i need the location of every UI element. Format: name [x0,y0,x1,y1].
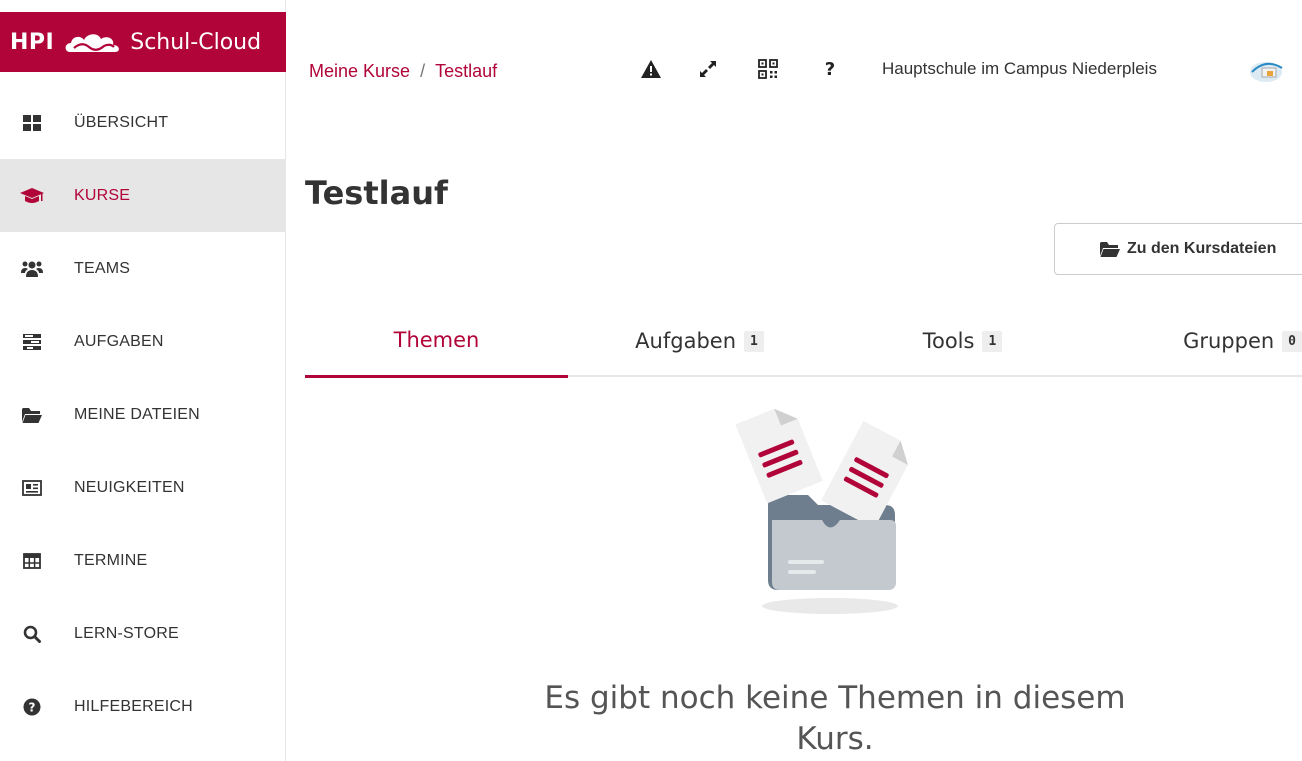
sidebar-item-label: AUFGABEN [74,332,164,350]
folder-open-icon [1099,241,1121,257]
logo-brand-text: Schul-Cloud [130,29,262,55]
school-name[interactable]: Hauptschule im Campus Niederpleis [882,59,1157,79]
tab-label: Gruppen [1183,329,1275,353]
page-title: Testlauf [305,174,448,212]
count-badge: 0 [1282,330,1302,352]
course-files-button-label: Zu den Kursdateien [1127,240,1277,257]
tab-tools[interactable]: Tools 1 [831,305,1094,377]
sidebar-item-teams[interactable]: TEAMS [0,232,286,305]
tab-aufgaben[interactable]: Aufgaben 1 [568,305,831,377]
cloud-logo-icon [62,26,124,58]
sidebar-item-label: LERN-STORE [74,624,179,642]
sidebar-item-hilfebereich[interactable]: ? HILFEBEREICH [0,670,286,743]
dashboard-icon [20,111,44,135]
logo-hpi-text: HPI [10,29,55,55]
tasks-icon [20,330,44,354]
school-logo-icon[interactable] [1248,60,1288,84]
sidebar-item-meine-dateien[interactable]: MEINE DATEIEN [0,378,286,451]
brand-logo[interactable]: HPI Schul-Cloud [0,12,286,72]
sidebar: HPI Schul-Cloud ÜBERSICHT KURSE TEAMS AU… [0,0,286,761]
sidebar-item-label: NEUIGKEITEN [74,478,185,496]
warning-icon[interactable] [636,54,666,84]
sidebar-item-label: ÜBERSICHT [74,113,169,131]
count-badge: 1 [744,330,764,352]
tab-label: Aufgaben [635,329,736,353]
users-icon [20,257,44,281]
sidebar-nav: ÜBERSICHT KURSE TEAMS AUFGABEN MEINE DAT… [0,86,286,743]
sidebar-item-label: TEAMS [74,259,131,277]
question-circle-icon: ? [20,695,44,719]
sidebar-item-neuigkeiten[interactable]: NEUIGKEITEN [0,451,286,524]
tab-themen[interactable]: Themen [305,305,568,378]
breadcrumb-separator: / [420,61,426,81]
breadcrumb-current-link[interactable]: Testlauf [435,61,497,81]
empty-state-illustration [730,400,930,620]
sidebar-item-uebersicht[interactable]: ÜBERSICHT [0,86,286,159]
tab-gruppen[interactable]: Gruppen 0 [1094,305,1302,377]
calendar-table-icon [20,549,44,573]
count-badge: 1 [982,330,1003,352]
course-files-button[interactable]: Zu den Kursdateien [1054,223,1302,275]
empty-state-message: Es gibt noch keine Themen in diesem Kurs… [544,680,1126,757]
sidebar-item-label: MEINE DATEIEN [74,405,200,423]
sidebar-item-lern-store[interactable]: LERN-STORE [0,597,286,670]
newspaper-icon [20,476,44,500]
sidebar-item-kurse[interactable]: KURSE [0,159,286,232]
sidebar-item-label: HILFEBEREICH [74,697,193,715]
tab-label: Themen [393,328,480,352]
qr-code-icon[interactable] [753,54,783,84]
fullscreen-icon[interactable] [693,54,723,84]
svg-text:?: ? [29,700,36,714]
breadcrumb-parent-link[interactable]: Meine Kurse [309,61,410,81]
sidebar-item-label: TERMINE [74,551,148,569]
graduation-cap-icon [20,184,44,208]
tab-label: Tools [922,329,975,353]
help-icon[interactable]: ? [815,54,845,84]
search-icon [20,622,44,646]
course-tabs: Themen Aufgaben 1 Tools 1 Gruppen 0 [305,305,1302,378]
sidebar-item-aufgaben[interactable]: AUFGABEN [0,305,286,378]
breadcrumb: Meine Kurse / Testlauf [309,61,497,82]
folder-open-icon [20,403,44,427]
sidebar-item-label: KURSE [74,186,131,204]
sidebar-item-termine[interactable]: TERMINE [0,524,286,597]
